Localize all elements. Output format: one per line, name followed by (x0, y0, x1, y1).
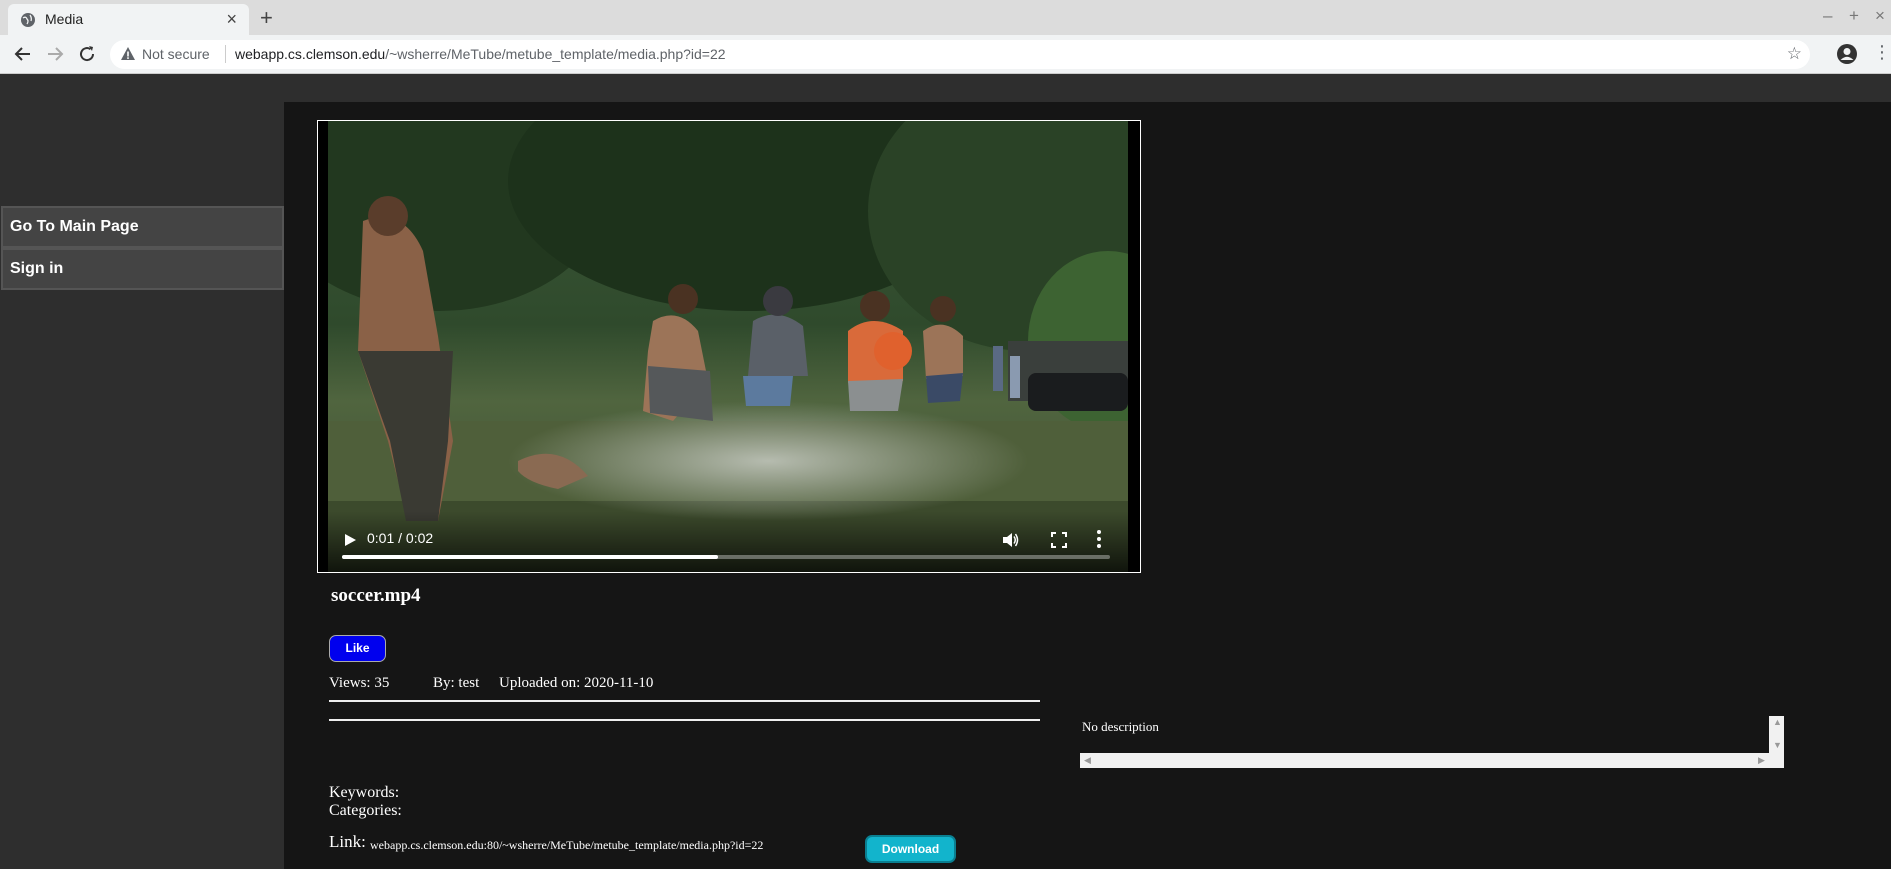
window-close-button[interactable]: × (1875, 6, 1885, 26)
divider-line (329, 719, 1040, 721)
url-host: webapp.cs.clemson.edu (235, 46, 386, 62)
address-bar[interactable]: Not secure webapp.cs.clemson.edu/~wsherr… (110, 40, 1810, 69)
sidebar-item-main-page[interactable]: Go To Main Page (1, 206, 284, 248)
sidebar: Go To Main Page Sign in (0, 102, 284, 869)
tab-title: Media (45, 11, 84, 27)
description-horizontal-scrollbar[interactable]: ◀ ▶ (1080, 753, 1784, 768)
video-controls: 0:01 / 0:02 (328, 511, 1128, 572)
omnibox-divider (225, 45, 226, 63)
scroll-down-icon[interactable]: ▼ (1773, 740, 1782, 750)
link-label: Link: (329, 832, 366, 851)
account-icon[interactable] (1836, 43, 1858, 65)
upload-date: Uploaded on: 2020-11-10 (499, 675, 654, 691)
description-box[interactable]: No description ▲ ▼ ◀ ▶ (1080, 716, 1784, 768)
browser-tab-strip: Media × + – + × (0, 0, 1891, 35)
play-icon[interactable] (342, 532, 358, 548)
forward-icon[interactable] (43, 42, 67, 66)
tab-close-icon[interactable]: × (226, 9, 237, 30)
back-icon[interactable] (11, 42, 35, 66)
media-link-url[interactable]: webapp.cs.clemson.edu:80/~wsherre/MeTube… (370, 838, 763, 853)
warning-icon (121, 47, 135, 60)
url-text: webapp.cs.clemson.edu/~wsherre/MeTube/me… (235, 46, 726, 62)
description-vertical-scrollbar[interactable]: ▲ ▼ (1769, 716, 1784, 753)
scroll-right-icon[interactable]: ▶ (1758, 755, 1765, 766)
video-progress-fill (342, 555, 719, 559)
main-content: 0:01 / 0:02 soccer.mp4 Like Views: 35 By… (284, 102, 1891, 869)
bookmark-star-icon[interactable]: ☆ (1787, 44, 1802, 64)
divider-line (329, 700, 1040, 702)
description-text: No description (1082, 719, 1159, 734)
web-page: Go To Main Page Sign in 0:01 / 0:02 socc… (0, 74, 1891, 869)
categories-label: Categories: (329, 802, 402, 819)
security-label: Not secure (142, 46, 210, 62)
uploader: By: test (433, 675, 480, 691)
page-header-bar (0, 74, 1891, 102)
media-title: soccer.mp4 (331, 585, 421, 606)
scroll-up-icon[interactable]: ▲ (1773, 717, 1782, 727)
video-progress-bar[interactable] (342, 555, 1110, 559)
download-button[interactable]: Download (865, 835, 956, 863)
globe-icon (21, 13, 35, 27)
more-options-icon[interactable] (1096, 529, 1102, 549)
browser-toolbar: Not secure webapp.cs.clemson.edu/~wsherr… (0, 35, 1891, 74)
minimize-button[interactable]: – (1823, 6, 1832, 26)
reload-icon[interactable] (75, 42, 99, 66)
scroll-left-icon[interactable]: ◀ (1084, 755, 1091, 766)
sidebar-item-sign-in[interactable]: Sign in (1, 248, 284, 290)
video-frame (328, 121, 1128, 572)
views-count: Views: 35 (329, 675, 390, 691)
browser-menu-icon[interactable]: ⋮ (1873, 42, 1891, 63)
volume-icon[interactable] (1001, 531, 1019, 549)
keywords-label: Keywords: (329, 784, 400, 801)
url-path: /~wsherre/MeTube/metube_template/media.p… (385, 46, 726, 62)
maximize-button[interactable]: + (1849, 6, 1859, 26)
new-tab-button[interactable]: + (260, 5, 273, 31)
video-player[interactable]: 0:01 / 0:02 (317, 120, 1141, 573)
video-time: 0:01 / 0:02 (367, 530, 434, 546)
fullscreen-icon[interactable] (1050, 531, 1068, 549)
like-button[interactable]: Like (329, 635, 386, 662)
browser-tab[interactable]: Media × (8, 4, 249, 35)
